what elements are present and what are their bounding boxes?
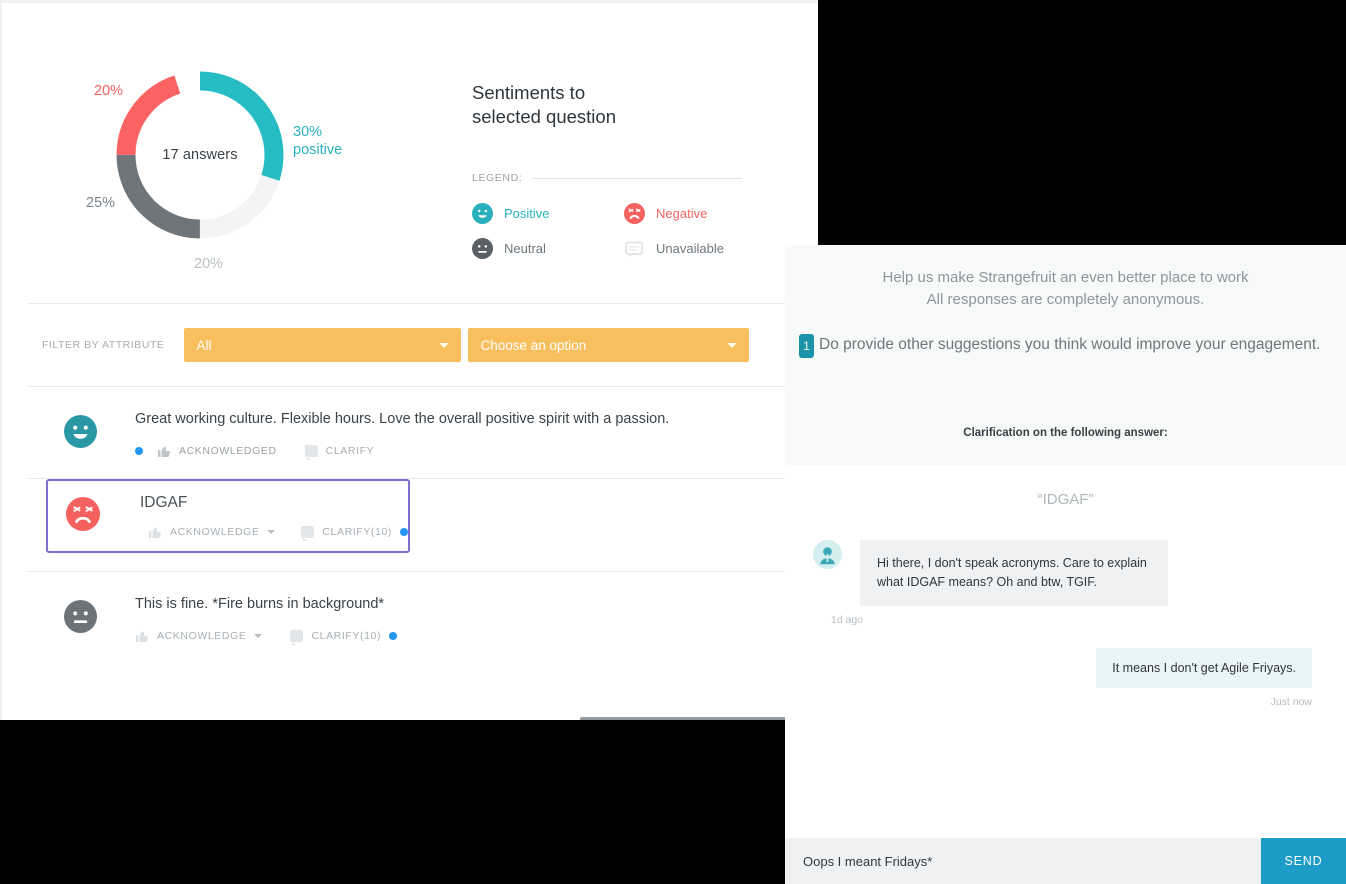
legend-item-negative[interactable]: Negative	[624, 203, 776, 224]
donut-center-label: 17 answers	[162, 147, 238, 163]
scrollbar-handle[interactable]	[580, 717, 787, 720]
smiley-sad-icon	[624, 203, 645, 224]
legend-item-neutral-label: Neutral	[504, 241, 546, 256]
chat-message-outgoing: It means I don't get Agile Friyays.	[785, 626, 1346, 688]
chevron-down-icon[interactable]	[254, 634, 263, 638]
legend-item-positive-label: Positive	[504, 206, 550, 221]
sentiment-panel: 17 answers 20% 30% positive 25% 20% Sent…	[0, 0, 818, 720]
speech-bubble-icon	[624, 238, 645, 259]
survey-question: 1 Do provide other suggestions you think…	[785, 311, 1346, 358]
sentiment-chart-block: 17 answers 20% 30% positive 25% 20% Sent…	[2, 3, 818, 303]
filter-attribute-value: All	[196, 337, 212, 353]
speech-bubble-icon	[290, 630, 304, 645]
answer-text: IDGAF	[140, 494, 188, 511]
speech-bubble-icon	[301, 526, 315, 541]
chat-timestamp: 1d ago	[831, 614, 864, 626]
clarify-button[interactable]: CLARIFY	[304, 445, 375, 460]
survey-intro-line1: Help us make Strangefruit an even better…	[882, 269, 1249, 286]
answer-text: This is fine. *Fire burns in background*	[135, 596, 385, 612]
page-title: Sentiments to selected question	[472, 81, 616, 129]
answer-actions: ACKNOWLEDGE CLARIFY(10)	[135, 629, 818, 645]
acknowledge-label: ACKNOWLEDGED	[179, 445, 277, 457]
answer-list-item-selected[interactable]: IDGAF ACKNOWLEDGE CLARIFY(10)	[46, 479, 410, 553]
legend-heading-label: LEGEND:	[472, 172, 523, 184]
survey-intro-line2: All responses are completely anonymous.	[926, 291, 1205, 308]
answer-actions: ACKNOWLEDGED CLARIFY	[135, 444, 818, 460]
legend-item-neutral[interactable]: Neutral	[472, 238, 624, 259]
survey-intro: Help us make Strangefruit an even better…	[785, 245, 1346, 311]
legend-item-unavailable[interactable]: Unavailable	[624, 238, 776, 259]
answer-list-item[interactable]: This is fine. *Fire burns in background*…	[2, 572, 818, 663]
unread-dot	[135, 447, 143, 455]
filter-bar: FILTER BY ATTRIBUTE All Choose an option	[2, 304, 818, 386]
smiley-neutral-icon	[64, 600, 97, 633]
answer-text: Great working culture. Flexible hours. L…	[135, 411, 670, 427]
answer-actions: ACKNOWLEDGE CLARIFY(10)	[148, 525, 408, 541]
acknowledge-label: ACKNOWLEDGE	[170, 526, 260, 538]
quoted-answer: “IDGAF”	[1037, 491, 1094, 508]
clarify-button[interactable]: CLARIFY(10)	[290, 630, 398, 645]
filter-option-select[interactable]: Choose an option	[468, 328, 750, 362]
smiley-happy-icon	[64, 415, 97, 448]
legend-divider	[532, 177, 742, 179]
clarification-chat-panel: Help us make Strangefruit an even better…	[785, 245, 1346, 884]
thumbs-up-icon	[148, 525, 162, 539]
legend-item-positive[interactable]: Positive	[472, 203, 624, 224]
clarify-label: CLARIFY(10)	[311, 630, 382, 642]
avatar	[813, 540, 842, 569]
chat-bubble-text: Hi there, I don't speak acronyms. Care t…	[860, 540, 1168, 606]
message-composer: SEND	[785, 838, 1346, 884]
answer-list-item[interactable]: Great working culture. Flexible hours. L…	[2, 387, 818, 478]
filter-label: FILTER BY ATTRIBUTE	[42, 339, 165, 351]
thumbs-up-icon	[135, 629, 149, 643]
chat-thread: “IDGAF” Hi there, I don't speak acronyms…	[785, 465, 1346, 884]
thumbs-up-icon	[157, 444, 171, 458]
app-root: 17 answers 20% 30% positive 25% 20% Sent…	[0, 0, 1346, 884]
message-input[interactable]	[785, 838, 1261, 884]
chevron-down-icon	[439, 343, 450, 348]
donut-label-negative: 20%	[94, 83, 124, 99]
chevron-down-icon[interactable]	[267, 530, 276, 534]
chat-timestamp: Just now	[1270, 696, 1312, 708]
legend: Positive Negative Neutral Unavailable	[472, 203, 776, 259]
legend-heading: LEGEND:	[472, 172, 742, 184]
donut-label-neutral: 25%	[86, 195, 116, 211]
clarification-heading: Clarification on the following answer:	[963, 427, 1168, 439]
clarify-label: CLARIFY	[325, 445, 375, 457]
question-number-badge: 1	[799, 334, 814, 358]
smiley-sad-icon	[66, 497, 100, 531]
sentiment-donut-chart: 17 answers	[110, 65, 290, 245]
clarify-button[interactable]: CLARIFY(10)	[301, 526, 408, 541]
page-title-line2: selected question	[472, 106, 616, 127]
chat-message-incoming: Hi there, I don't speak acronyms. Care t…	[785, 508, 1346, 606]
send-button[interactable]: SEND	[1261, 838, 1346, 884]
chat-bubble-text: It means I don't get Agile Friyays.	[1096, 648, 1312, 688]
filter-option-value: Choose an option	[480, 337, 587, 353]
donut-label-positive: 30% positive	[293, 123, 342, 159]
filter-attribute-select[interactable]: All	[184, 328, 462, 362]
smiley-happy-icon	[472, 203, 493, 224]
donut-label-positive-pct: 30%	[293, 124, 323, 140]
donut-label-unavailable: 20%	[194, 256, 224, 272]
acknowledge-label: ACKNOWLEDGE	[157, 630, 247, 642]
donut-label-positive-word: positive	[293, 142, 343, 158]
acknowledge-button[interactable]: ACKNOWLEDGE	[148, 525, 276, 539]
question-text: Do provide other suggestions you think w…	[819, 336, 1321, 353]
acknowledge-button[interactable]: ACKNOWLEDGED	[157, 444, 277, 458]
unread-dot	[400, 528, 408, 536]
unread-dot	[389, 632, 398, 640]
clarify-label: CLARIFY(10)	[322, 526, 392, 538]
smiley-neutral-icon	[472, 238, 493, 259]
acknowledge-button[interactable]: ACKNOWLEDGE	[135, 629, 263, 643]
speech-bubble-icon	[304, 445, 318, 460]
page-title-line1: Sentiments to	[472, 82, 586, 103]
chevron-down-icon	[727, 343, 738, 348]
legend-item-unavailable-label: Unavailable	[656, 241, 724, 256]
legend-item-negative-label: Negative	[656, 206, 708, 221]
